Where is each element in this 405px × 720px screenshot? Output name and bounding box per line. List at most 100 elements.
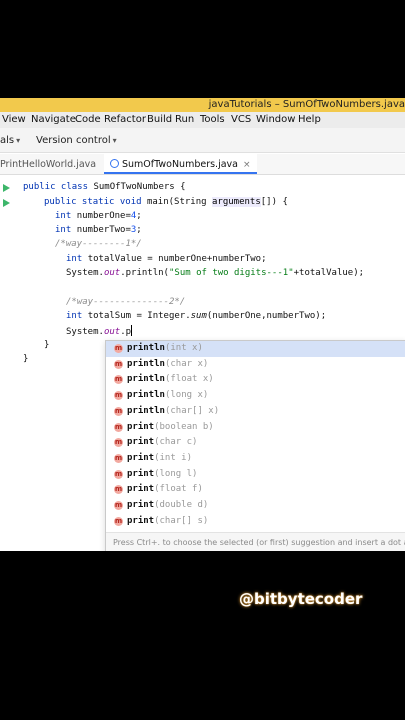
title-bar: javaTutorials – SumOfTwoNumbers.java bbox=[0, 98, 405, 112]
method-name: println bbox=[127, 358, 165, 369]
method-signature: print(float f) bbox=[127, 482, 203, 498]
code-line-current: System.out.p bbox=[66, 325, 133, 337]
text-cursor bbox=[131, 325, 133, 336]
method-name: print bbox=[127, 468, 155, 479]
method-name: print bbox=[127, 421, 155, 432]
menu-view[interactable]: View bbox=[2, 114, 26, 125]
code-comment: /*way--------1*/ bbox=[55, 239, 142, 249]
method-args: (float f) bbox=[154, 484, 203, 495]
method-icon: m bbox=[114, 501, 123, 510]
method-signature: print(char c) bbox=[127, 435, 197, 451]
method-icon: m bbox=[114, 422, 123, 432]
menu-run[interactable]: Run bbox=[175, 114, 194, 125]
vcs-label: Version control bbox=[36, 135, 111, 146]
method-name: print bbox=[127, 484, 155, 495]
method-signature: print(char[] s) bbox=[127, 514, 208, 530]
method-args: (int x) bbox=[164, 343, 203, 353]
completion-item[interactable]: m print(int i) bbox=[106, 451, 405, 467]
method-args: (char[] s) bbox=[154, 515, 209, 526]
completion-item[interactable]: m println(long x) bbox=[106, 388, 405, 404]
code-comment: /*way--------------2*/ bbox=[66, 297, 186, 307]
method-signature: print(int i) bbox=[127, 451, 192, 467]
editor-tab-bar: PrintHelloWorld.java SumOfTwoNumbers.jav… bbox=[0, 154, 405, 175]
method-signature: println(float x) bbox=[127, 372, 214, 388]
method-name: println bbox=[127, 405, 165, 416]
channel-watermark: @bitbytecoder bbox=[239, 590, 363, 608]
method-args: (long l) bbox=[154, 468, 198, 479]
completion-item[interactable]: m println(char[] x) bbox=[106, 404, 405, 420]
method-args: (boolean b) bbox=[154, 421, 214, 432]
completion-item[interactable]: m println(int x) bbox=[106, 341, 405, 357]
completion-item[interactable]: m print(char c) bbox=[106, 435, 405, 451]
method-icon: m bbox=[114, 406, 123, 416]
code-line: int numberOne=4; bbox=[55, 211, 142, 221]
method-icon: m bbox=[114, 485, 123, 495]
menu-vcs[interactable]: VCS bbox=[231, 114, 251, 125]
tab-sum-of-two-numbers[interactable]: SumOfTwoNumbers.java × bbox=[104, 154, 257, 174]
menu-help[interactable]: Help bbox=[298, 114, 321, 125]
method-icon: m bbox=[114, 375, 123, 385]
tab-label: SumOfTwoNumbers.java bbox=[122, 159, 238, 170]
code-line: public class SumOfTwoNumbers { bbox=[23, 182, 186, 192]
completion-item[interactable]: m print(double d) bbox=[106, 498, 405, 514]
close-icon[interactable]: × bbox=[243, 160, 251, 170]
menu-build[interactable]: Build bbox=[147, 114, 172, 125]
method-signature: print(boolean b) bbox=[127, 420, 214, 436]
menu-bar: View Navigate Code Refactor Build Run To… bbox=[0, 112, 405, 128]
project-selector[interactable]: als ▾ bbox=[0, 135, 20, 146]
chevron-down-icon: ▾ bbox=[112, 136, 117, 145]
method-name: print bbox=[127, 437, 155, 448]
completion-item[interactable]: m println(char x) bbox=[106, 357, 405, 373]
method-args: (char c) bbox=[154, 437, 198, 448]
completion-item[interactable]: m print(long l) bbox=[106, 467, 405, 483]
code-line: System.out.println("Sum of two digits---… bbox=[66, 268, 365, 278]
method-args: (int i) bbox=[154, 452, 193, 463]
method-name: println bbox=[127, 374, 165, 385]
run-icon[interactable] bbox=[3, 199, 10, 207]
method-args: (long x) bbox=[164, 390, 209, 401]
code-line: int numberTwo=3; bbox=[55, 225, 142, 235]
method-args: (char[] x) bbox=[164, 405, 220, 416]
menu-navigate[interactable]: Navigate bbox=[31, 114, 76, 125]
method-icon: m bbox=[114, 453, 123, 463]
code-line: public static void main(String arguments… bbox=[44, 197, 288, 207]
method-signature: println(char[] x) bbox=[127, 404, 219, 420]
method-icon: m bbox=[114, 359, 123, 369]
tab-label: PrintHelloWorld.java bbox=[0, 159, 97, 170]
method-icon: m bbox=[114, 344, 123, 353]
method-args: (char x) bbox=[164, 358, 209, 369]
method-signature: println(char x) bbox=[127, 357, 208, 373]
code-line: } bbox=[44, 340, 50, 350]
completion-item[interactable]: m println(float x) bbox=[106, 372, 405, 388]
completion-item[interactable]: m print(char[] s) bbox=[106, 514, 405, 530]
method-args: (double d) bbox=[154, 500, 209, 510]
completion-item[interactable]: m print(float f) bbox=[106, 482, 405, 498]
menu-code[interactable]: Code bbox=[75, 114, 101, 125]
vcs-selector[interactable]: Version control ▾ bbox=[36, 135, 117, 146]
chevron-down-icon: ▾ bbox=[16, 136, 21, 145]
method-signature: print(double d) bbox=[127, 498, 208, 514]
run-icon[interactable] bbox=[3, 184, 10, 192]
menu-refactor[interactable]: Refactor bbox=[104, 114, 146, 125]
method-icon: m bbox=[114, 516, 123, 526]
code-line: int totalSum = Integer.sum(numberOne,num… bbox=[66, 311, 327, 321]
code-completion-popup[interactable]: m println(int x) m println(char x) m println(… bbox=[105, 340, 405, 551]
method-icon: m bbox=[114, 391, 123, 401]
method-signature: println(int x) bbox=[127, 341, 203, 357]
code-line: int totalValue = numberOne+numberTwo; bbox=[66, 254, 267, 264]
tab-print-hello-world[interactable]: PrintHelloWorld.java bbox=[0, 159, 96, 170]
project-label: als bbox=[0, 135, 15, 146]
method-name: print bbox=[127, 515, 155, 526]
ide-window: javaTutorials – SumOfTwoNumbers.java Vie… bbox=[0, 98, 405, 551]
completion-item[interactable]: m print(boolean b) bbox=[106, 420, 405, 436]
completion-hint: Press Ctrl+. to choose the selected (or … bbox=[106, 532, 405, 551]
window-title: javaTutorials – SumOfTwoNumbers.java bbox=[208, 99, 405, 110]
java-class-icon bbox=[110, 159, 119, 168]
menu-window[interactable]: Window bbox=[256, 114, 295, 125]
code-line: } bbox=[23, 354, 29, 364]
menu-tools[interactable]: Tools bbox=[200, 114, 225, 125]
method-name: print bbox=[127, 500, 155, 510]
method-name: println bbox=[127, 343, 165, 353]
method-signature: print(long l) bbox=[127, 467, 197, 483]
method-icon: m bbox=[114, 438, 123, 448]
